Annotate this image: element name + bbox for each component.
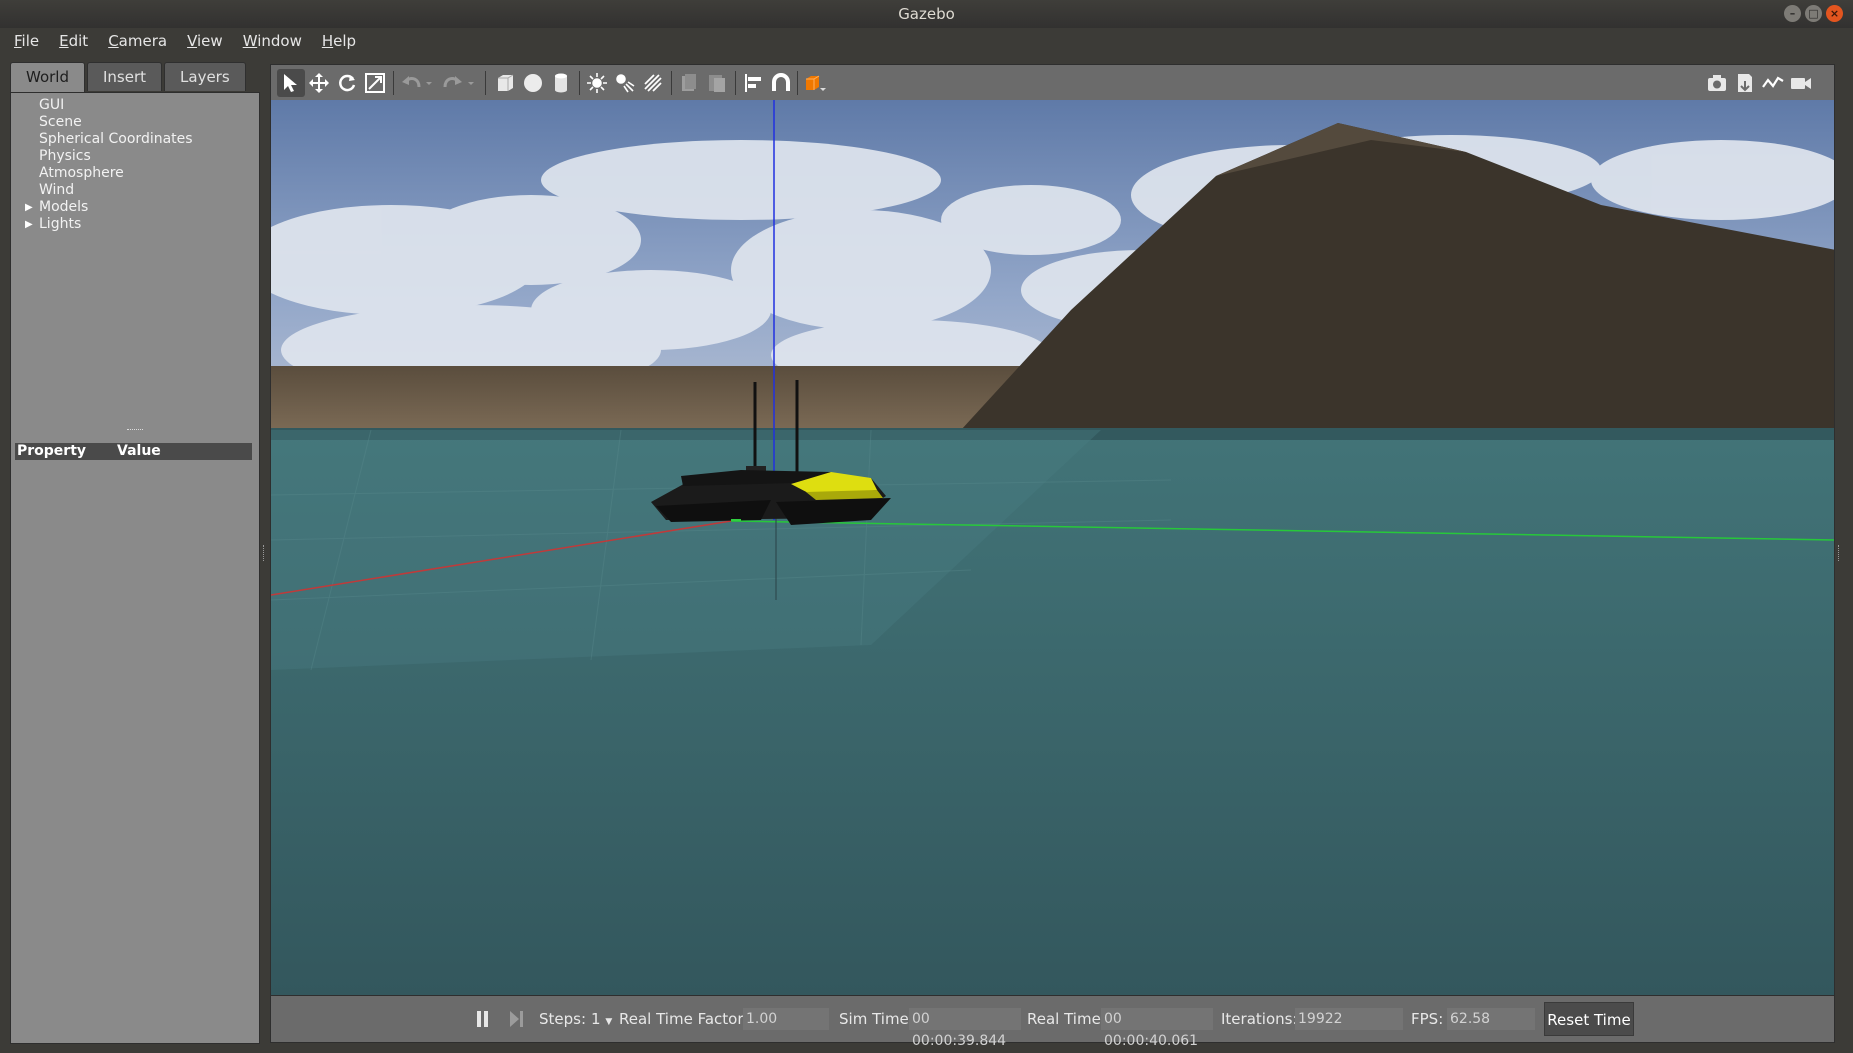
chevron-down-icon[interactable]	[463, 69, 479, 97]
steps-spinner[interactable]: 1 ▼	[591, 1010, 612, 1028]
toolbar-separator	[797, 71, 798, 95]
spot-light-icon[interactable]	[611, 69, 639, 97]
left-panel-resize-handle[interactable]	[263, 545, 266, 561]
log-icon[interactable]	[1731, 69, 1759, 97]
tree-item-spherical-coordinates[interactable]: Spherical Coordinates	[25, 131, 193, 148]
panel-tabs: World Insert Layers	[10, 62, 260, 93]
menu-help[interactable]: Help	[312, 32, 366, 50]
snap-icon[interactable]	[767, 69, 795, 97]
expand-arrow-icon[interactable]: ▶	[25, 199, 33, 216]
panel-splitter-handle[interactable]	[127, 429, 143, 433]
bottom-status-bar: Steps: 1 ▼ Real Time Factor: 1.00 Sim Ti…	[270, 995, 1835, 1049]
tree-item-scene[interactable]: Scene	[25, 114, 193, 131]
toolbar	[270, 64, 1835, 100]
tab-layers[interactable]: Layers	[164, 62, 246, 91]
minimize-icon[interactable]: –	[1784, 5, 1801, 22]
tab-world[interactable]: World	[10, 62, 85, 93]
fps-value: 62.58	[1447, 1008, 1535, 1030]
copy-icon[interactable]	[675, 69, 703, 97]
property-column-header: Property	[17, 443, 87, 459]
step-icon[interactable]	[507, 1008, 527, 1030]
chevron-down-icon[interactable]	[421, 69, 437, 97]
window-title: Gazebo	[898, 5, 955, 23]
sim-time-label: Sim Time:	[839, 1010, 914, 1028]
toolbar-separator	[671, 71, 672, 95]
property-table-header: Property Value	[15, 443, 252, 460]
tree-item-lights[interactable]: ▶ Lights	[25, 216, 193, 233]
real-time-factor-label: Real Time Factor:	[619, 1010, 749, 1028]
translate-icon[interactable]	[305, 69, 333, 97]
tree-item-gui[interactable]: GUI	[25, 97, 193, 114]
record-video-icon[interactable]	[1787, 69, 1815, 97]
right-panel-resize-handle[interactable]	[1838, 545, 1841, 561]
menu-view[interactable]: View	[177, 32, 233, 50]
select-arrow-icon[interactable]	[277, 69, 305, 97]
expand-arrow-icon[interactable]: ▶	[25, 216, 33, 233]
sim-time-value: 00 00:00:39.844	[909, 1008, 1021, 1049]
tab-insert[interactable]: Insert	[87, 62, 163, 91]
menu-window[interactable]: Window	[233, 32, 312, 50]
directional-light-icon[interactable]	[639, 69, 667, 97]
align-icon[interactable]	[739, 69, 767, 97]
toolbar-separator	[393, 71, 394, 95]
toolbar-separator	[735, 71, 736, 95]
menu-camera[interactable]: Camera	[98, 32, 177, 50]
chevron-down-icon[interactable]: ▼	[605, 1017, 612, 1027]
3d-viewport[interactable]	[270, 100, 1835, 995]
reset-time-button[interactable]: Reset Time	[1544, 1002, 1634, 1036]
tree-item-physics[interactable]: Physics	[25, 148, 193, 165]
window-titlebar: Gazebo – □ ×	[0, 0, 1853, 28]
sphere-icon[interactable]	[519, 69, 547, 97]
rotate-icon[interactable]	[333, 69, 361, 97]
screenshot-icon[interactable]	[1703, 69, 1731, 97]
world-tree: GUI Scene Spherical Coordinates Physics …	[25, 97, 193, 233]
tree-item-atmosphere[interactable]: Atmosphere	[25, 165, 193, 182]
cylinder-icon[interactable]	[547, 69, 575, 97]
menu-file[interactable]: File	[4, 32, 49, 50]
steps-label: Steps:	[539, 1010, 587, 1028]
iterations-label: Iterations:	[1221, 1010, 1298, 1028]
plot-icon[interactable]	[1759, 69, 1787, 97]
tree-item-models[interactable]: ▶ Models	[25, 199, 193, 216]
fps-label: FPS:	[1411, 1010, 1444, 1028]
toolbar-separator	[579, 71, 580, 95]
pause-icon[interactable]	[473, 1008, 493, 1030]
menu-bar: File Edit Camera View Window Help	[0, 28, 1853, 54]
close-icon[interactable]: ×	[1826, 5, 1843, 22]
box-icon[interactable]	[491, 69, 519, 97]
real-time-factor-value: 1.00	[743, 1008, 829, 1030]
real-time-value: 00 00:00:40.061	[1101, 1008, 1213, 1049]
scene-render	[271, 100, 1834, 995]
paste-icon[interactable]	[703, 69, 731, 97]
left-panel: World Insert Layers GUI Scene Spherical …	[10, 62, 260, 1044]
maximize-icon[interactable]: □	[1805, 5, 1822, 22]
tree-item-wind[interactable]: Wind	[25, 182, 193, 199]
menu-edit[interactable]: Edit	[49, 32, 98, 50]
window-controls: – □ ×	[1784, 5, 1843, 22]
point-light-icon[interactable]	[583, 69, 611, 97]
world-tree-panel: GUI Scene Spherical Coordinates Physics …	[10, 92, 260, 1044]
iterations-value: 19922	[1295, 1008, 1403, 1030]
scale-icon[interactable]	[361, 69, 389, 97]
real-time-label: Real Time:	[1027, 1010, 1106, 1028]
toolbar-separator	[485, 71, 486, 95]
value-column-header: Value	[117, 443, 161, 459]
view-angle-icon[interactable]	[801, 69, 829, 97]
